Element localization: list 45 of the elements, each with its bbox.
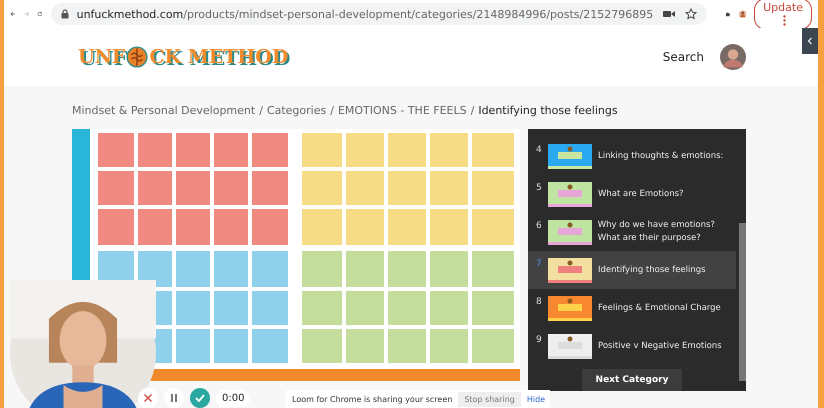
address-bar[interactable]: unfuckmethod.com/products/mindset-personal-development/categories/2148984996/posts/2152796895 (50, 3, 708, 25)
breadcrumb-link[interactable]: Mindset & Personal Development (72, 104, 256, 117)
breadcrumb-separator: / (330, 104, 334, 117)
camera-icon[interactable] (663, 8, 676, 20)
lesson-number: 5 (536, 183, 542, 193)
lesson-number: 6 (536, 221, 542, 231)
pause-icon[interactable] (164, 388, 184, 408)
recording-timer: 0:00 (216, 390, 250, 406)
lesson-title: Linking thoughts & emotions: (598, 150, 724, 162)
lesson-item[interactable]: 9 Positive v Negative Emotions (528, 327, 736, 365)
lesson-item[interactable]: 5 What are Emotions? (528, 175, 736, 213)
lesson-item[interactable]: 6 Why do we have emotions? What are their purpose? (528, 213, 736, 251)
collapse-tab[interactable] (802, 28, 818, 54)
search-link[interactable]: Search (662, 50, 704, 64)
lesson-item[interactable]: 8 Feelings & Emotional Charge (528, 289, 736, 327)
lesson-number: 4 (536, 145, 542, 155)
lesson-number: 7 (536, 259, 542, 269)
stop-sharing-button[interactable]: Stop sharing (458, 392, 521, 406)
lesson-title: Positive v Negative Emotions (598, 340, 722, 352)
breadcrumb-current: Identifying those feelings (478, 104, 618, 117)
lesson-title: What are Emotions? (598, 188, 684, 200)
cancel-icon[interactable] (138, 388, 158, 408)
update-button[interactable]: Update (754, 0, 812, 30)
lesson-item[interactable]: 4 Linking thoughts & emotions: (528, 137, 736, 175)
breadcrumb-link[interactable]: Categories (266, 104, 326, 117)
lesson-title: Feelings & Emotional Charge (598, 302, 721, 314)
breadcrumb-separator: / (470, 104, 474, 117)
user-avatar[interactable] (720, 44, 746, 70)
lock-icon (60, 9, 69, 19)
lesson-item[interactable]: 7 Identifying those feelings (528, 251, 736, 289)
scrollbar[interactable] (739, 223, 746, 381)
lesson-number: 9 (536, 335, 542, 345)
breadcrumb-separator: / (259, 104, 263, 117)
more-icon (783, 15, 786, 26)
next-category-button[interactable]: Next Category (582, 369, 682, 391)
sharing-message: Loom for Chrome is sharing your screen (292, 394, 452, 404)
lesson-number: 8 (536, 297, 542, 307)
breadcrumb-link[interactable]: EMOTIONS - THE FEELS (338, 104, 467, 117)
star-icon[interactable] (685, 8, 698, 20)
chevron-icon (807, 37, 813, 45)
check-icon[interactable] (190, 388, 210, 408)
hide-link[interactable]: Hide (526, 394, 546, 404)
lesson-title: Why do we have emotions? What are their purpose? (598, 219, 716, 245)
lesson-title: Identifying those feelings (598, 264, 706, 276)
brain-icon (126, 46, 148, 68)
